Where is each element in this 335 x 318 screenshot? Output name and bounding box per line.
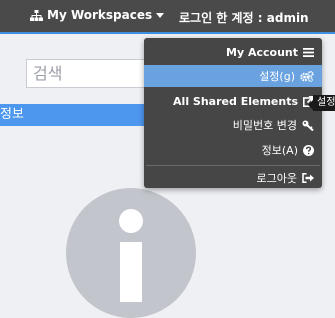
menu-item-my-account[interactable]: My Account [144,41,322,63]
settings-tooltip: 설정 [313,95,335,111]
menu-item-label: 비밀번호 변경 [232,119,297,132]
list-icon [303,47,314,57]
menu-item-label: 설정(g) [259,70,295,83]
my-workspaces-menu[interactable]: My Workspaces [30,8,165,22]
search-input[interactable] [26,59,152,88]
account-dropdown-menu: My Account 설정(g) All Shared Elements 비밀번… [144,38,322,188]
menu-item-all-shared-elements[interactable]: All Shared Elements [144,90,322,112]
menu-item-label: 정보(A) [261,144,298,157]
question-circle-icon [303,144,314,156]
gears-icon [300,70,314,82]
menu-item-change-password[interactable]: 비밀번호 변경 [144,114,322,136]
account-label[interactable]: 로그인 한 계정 : admin [179,9,309,26]
menu-item-label: My Account [226,45,298,59]
menu-item-settings[interactable]: 설정(g) [144,65,322,87]
key-icon [302,120,314,131]
sign-out-icon [302,173,314,183]
menu-item-logout[interactable]: 로그아웃 [144,167,322,189]
menu-divider [146,165,320,166]
menu-item-label: All Shared Elements [173,94,298,108]
top-bar: My Workspaces 로그인 한 계정 : admin [0,0,335,34]
sitemap-icon [30,9,43,21]
menu-item-about[interactable]: 정보(A) [144,139,322,161]
selected-nav-item[interactable]: 정보 [0,104,150,126]
info-large-icon [66,188,196,318]
caret-down-icon [156,12,165,18]
menu-item-label: 로그아웃 [256,172,297,185]
my-workspaces-label: My Workspaces [47,8,153,22]
